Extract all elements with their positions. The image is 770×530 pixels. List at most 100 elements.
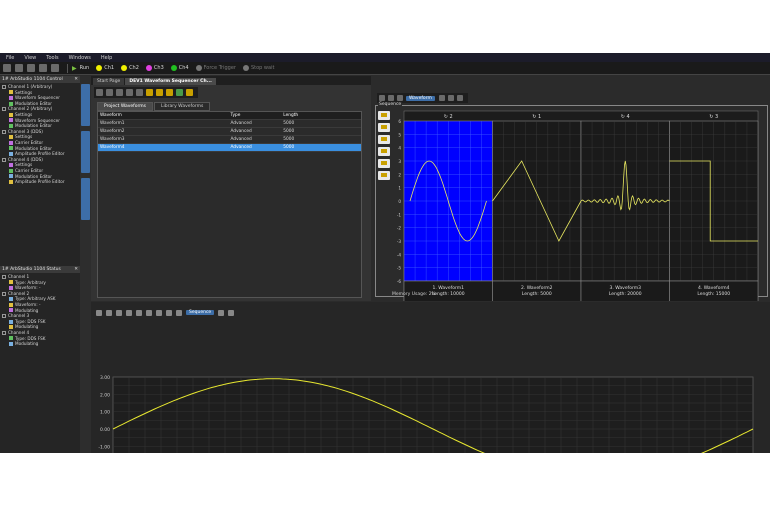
step-length: Length: 10000 [432,291,465,297]
vtab-waveform-editor[interactable] [81,84,90,126]
ch2-toggle[interactable]: Ch2 [121,65,139,71]
y-tick-label: 2 [398,172,401,177]
table-row-selected[interactable]: Waveform4 Advanced 5000 [98,144,361,152]
open-waveform-icon[interactable] [106,89,113,96]
step-footer [669,280,759,301]
ch3-label: Ch3 [153,65,164,71]
force-trigger-label: Force Trigger [203,65,236,71]
tab-library-waveforms[interactable]: Library Waveforms [154,102,211,111]
pin-icon[interactable]: ✕ [74,77,78,82]
square-icon[interactable] [156,89,163,96]
item-icon [9,135,13,140]
control-panel-title-text: 1# ArbStudio 1104 Control [2,77,63,82]
item-icon [9,285,13,290]
control-tree: Channel 1 (Arbitrary) Settings Waveform Se… [0,83,80,185]
cell-type: Advanced [230,137,252,142]
toolbar-divider [67,63,68,73]
item-icon [9,280,13,285]
item-icon [9,146,13,151]
save-icon[interactable] [27,64,35,72]
menu-view[interactable]: View [24,55,36,61]
status-tree-item[interactable]: Modulating [2,341,80,347]
triangle-icon[interactable] [166,89,173,96]
stop-wait-button[interactable]: Stop wait [242,65,274,71]
cell-type: Advanced [230,145,252,150]
tab-start-page[interactable]: Start Page [93,78,125,85]
header-length[interactable]: Length [281,113,361,118]
import-icon[interactable] [126,89,133,96]
trigger-icon [195,65,202,71]
waveform-table: Waveform Type Length Waveform1 Advanced … [97,111,362,298]
cell-type: Advanced [230,129,252,134]
y-tick-label: 6 [398,119,401,124]
tab-waveform-sequencer[interactable]: DEV1 Waveform Sequencer Ch... [125,78,216,85]
new-waveform-icon[interactable] [96,89,103,96]
item-icon [9,140,13,145]
step-length: Length: 20000 [609,291,642,297]
app-window: File View Tools Windows Help ▶ Run Ch1 C… [0,53,770,453]
noise-icon[interactable] [176,89,183,96]
ch2-indicator-icon [121,65,128,71]
control-tree-item[interactable]: Amplitude Profile Editor [2,179,80,185]
item-icon [9,308,13,313]
item-icon [9,123,13,128]
expand-icon [2,313,6,318]
print-icon[interactable] [51,64,59,72]
header-type[interactable]: Type [229,113,282,118]
table-header: Waveform Type Length [98,112,361,120]
menu-help[interactable]: Help [101,55,112,61]
step-length: Length: 5000 [522,291,552,297]
save-all-icon[interactable] [39,64,47,72]
ch2-label: Ch2 [129,65,139,71]
tab-project-waveforms[interactable]: Project Waveforms [97,102,154,111]
export-icon[interactable] [136,89,143,96]
table-row[interactable]: Waveform3 Advanced 5000 [98,136,361,144]
vertical-tab-strip [80,76,91,453]
stop-icon [242,65,249,71]
ch3-toggle[interactable]: Ch3 [145,65,164,71]
left-sidebar: 1# ArbStudio 1104 Control ✕ Channel 1 (Ar… [0,76,80,453]
item-icon [9,168,13,173]
y-tick-label: -6 [397,279,402,284]
new-file-icon[interactable] [3,64,11,72]
step-footer [580,280,670,301]
sequence-plot[interactable]: 3.002.001.000.00-1.00-2.00-3.000.001.00µ… [91,302,770,453]
force-trigger-button[interactable]: Force Trigger [195,65,236,71]
table-row[interactable]: Waveform1 Advanced 5000 [98,120,361,128]
step-footer [403,280,493,301]
y-tick-label: 0 [398,199,401,204]
header-waveform[interactable]: Waveform [98,113,229,118]
item-icon [9,336,13,341]
ch1-toggle[interactable]: Ch1 [96,65,114,71]
vtab-project-explorer[interactable] [81,178,90,220]
vtab-waveform-library[interactable] [81,131,90,173]
sine-icon[interactable] [146,89,153,96]
sequence-plot-panel: Sequence 3.002.001.000.00-1.00-2.00-3.00… [91,302,770,453]
table-row[interactable]: Waveform2 Advanced 5000 [98,128,361,136]
save-waveform-icon[interactable] [116,89,123,96]
sequence-chart[interactable]: ↻ 2 1. Waveform1Length: 10000 ↻ 1 2. Wavefo… [372,76,770,301]
main-toolbar: ▶ Run Ch1 Ch2 Ch3 Ch4 Force Trigger Stop… [0,62,770,75]
item-icon [9,95,13,100]
step-name: 3. Waveform3 [610,285,642,291]
item-icon [9,118,13,123]
ch4-toggle[interactable]: Ch4 [170,65,189,71]
open-folder-icon[interactable] [15,64,23,72]
y-tick-label: -2 [397,226,402,231]
run-icon[interactable]: ▶ [72,65,77,72]
expand-icon [2,274,6,279]
menu-tools[interactable]: Tools [46,55,58,61]
menu-bar: File View Tools Windows Help [0,53,770,62]
loop-count: ↻ 1 [532,114,541,120]
math-icon[interactable] [186,89,193,96]
run-button[interactable]: Run [80,65,90,71]
menu-windows[interactable]: Windows [69,55,91,61]
control-panel-title: 1# ArbStudio 1104 Control ✕ [0,76,80,83]
item-icon [9,174,13,179]
waveform-tabs: Project Waveforms Library Waveforms [97,102,211,111]
y-tick-label: 1 [398,186,401,191]
menu-file[interactable]: File [6,55,14,61]
cell-type: Advanced [230,121,252,126]
step-footer [492,280,582,301]
close-icon[interactable]: ✕ [74,267,78,272]
